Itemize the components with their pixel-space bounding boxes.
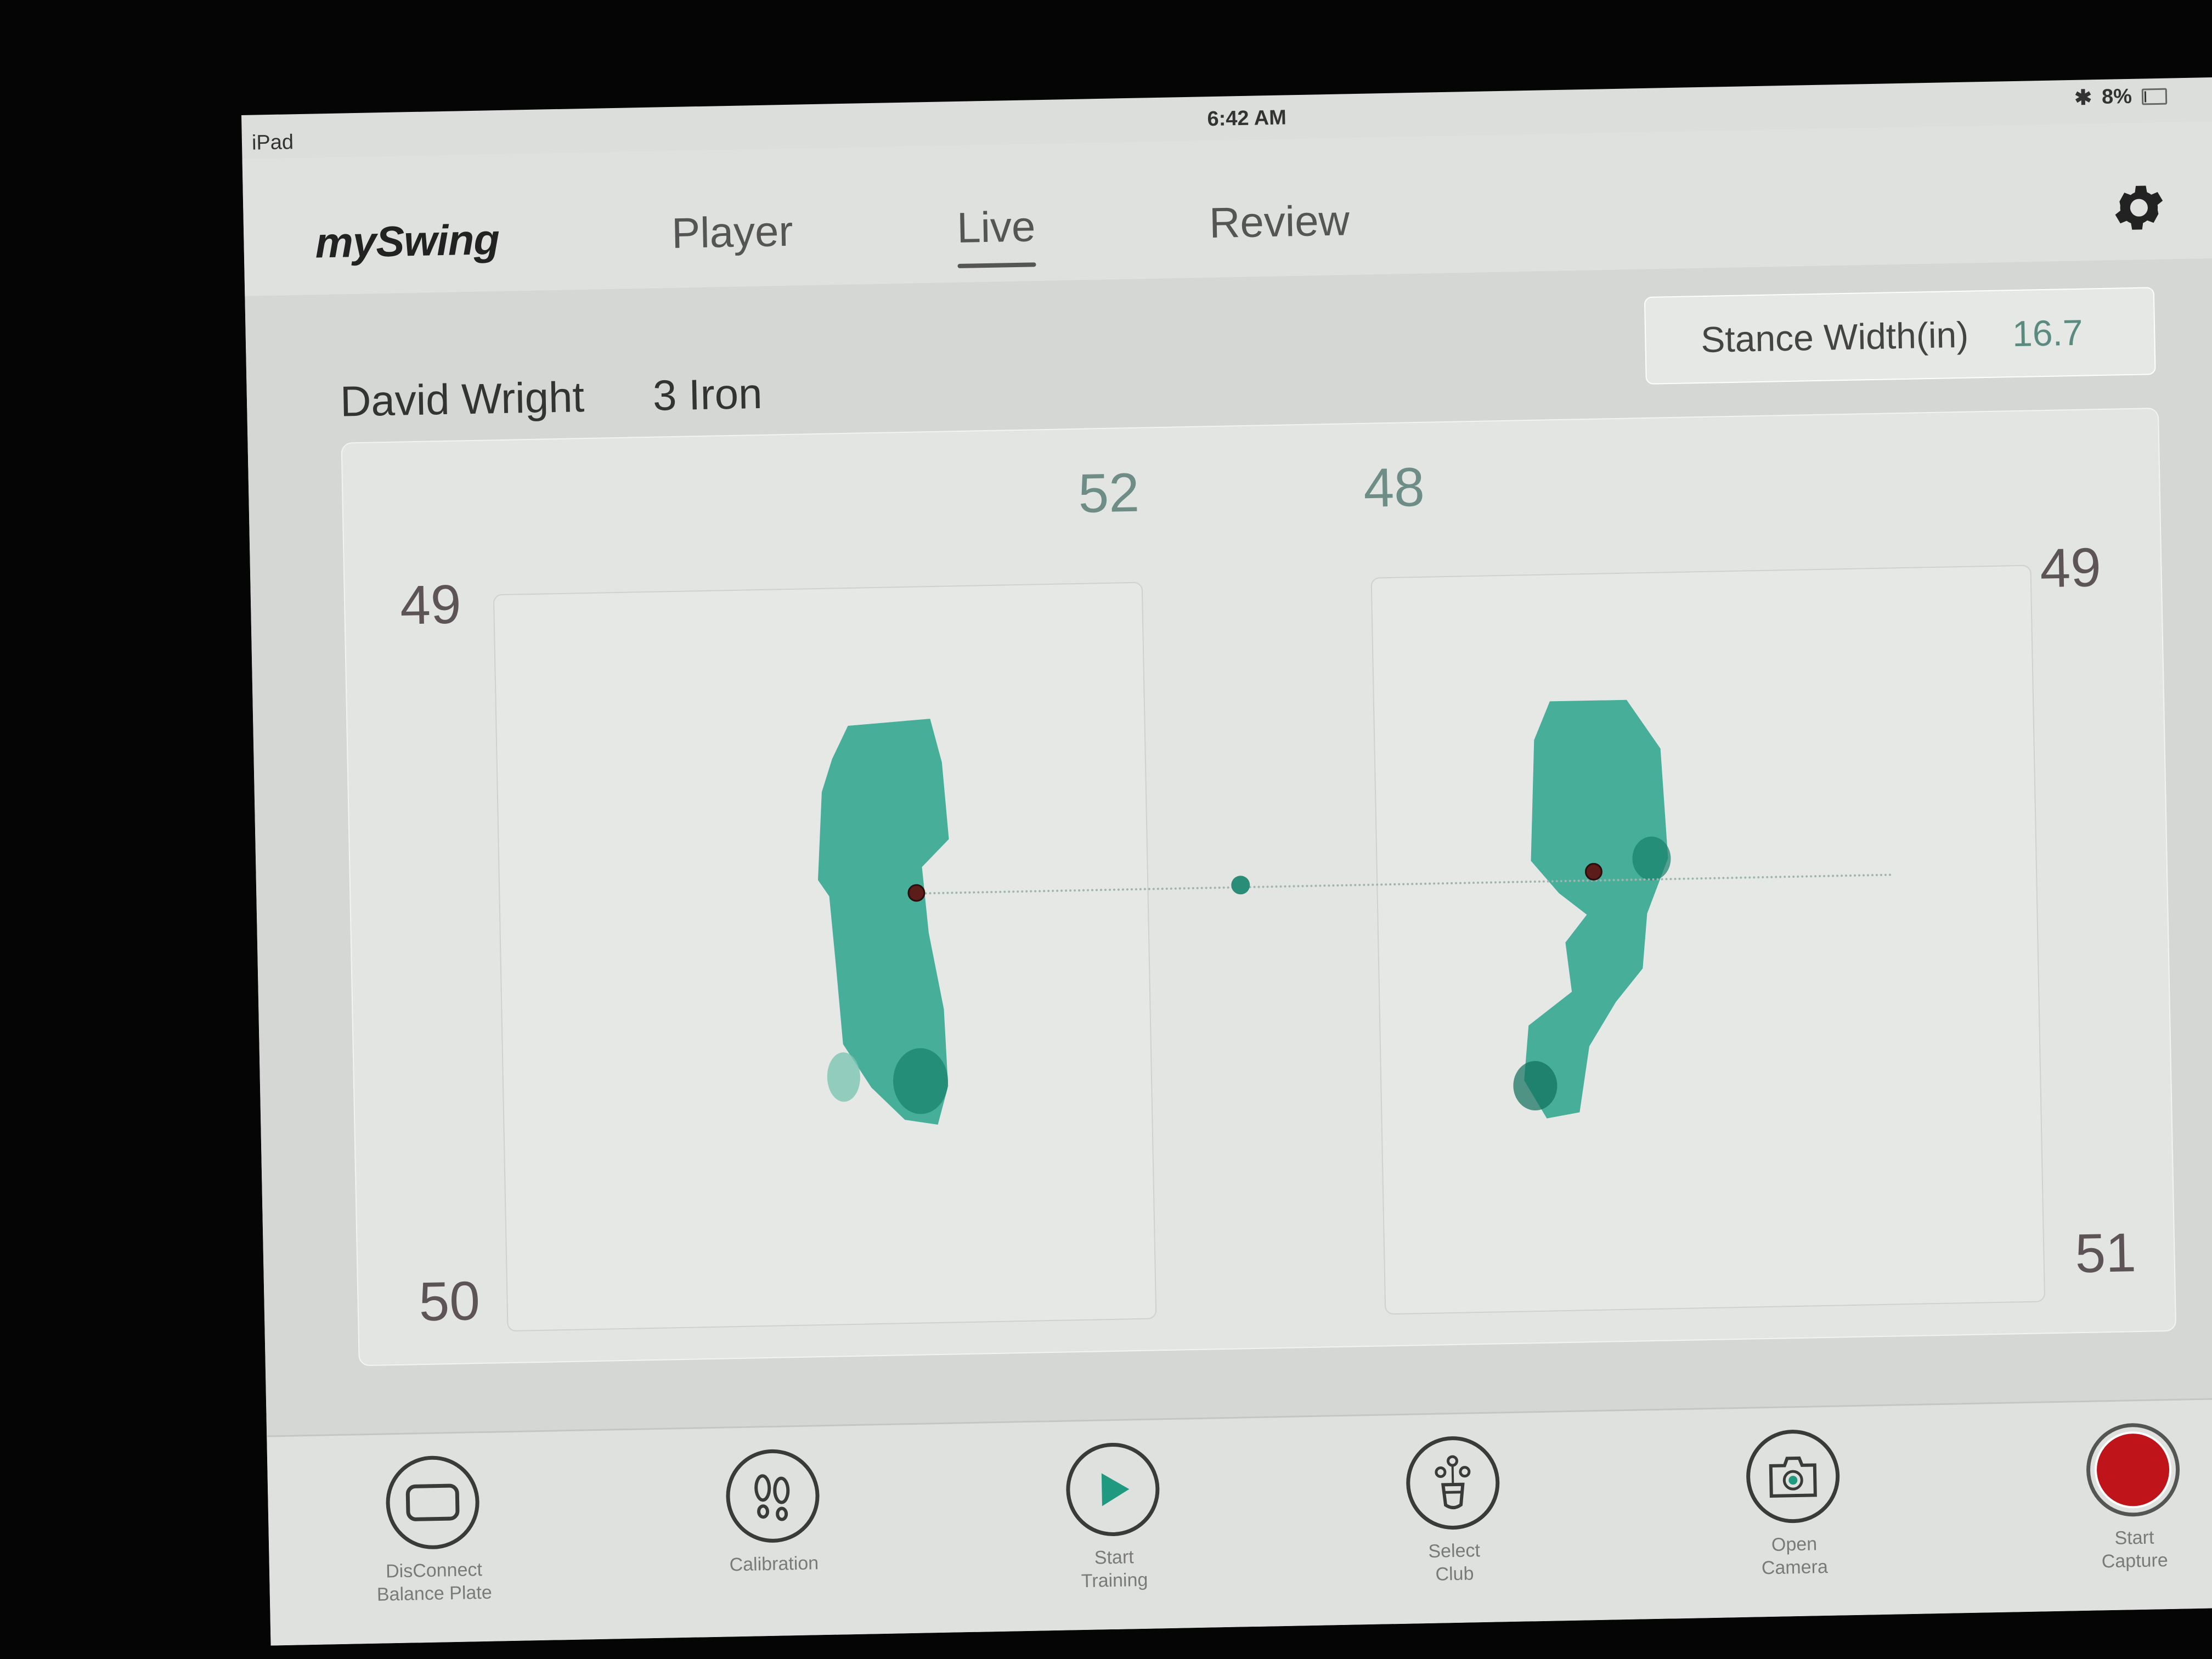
- bluetooth-icon: ✱: [2074, 86, 2092, 110]
- footprints-icon: [725, 1448, 821, 1544]
- balance-plate-icon: [385, 1455, 481, 1550]
- tab-player[interactable]: Player: [671, 206, 793, 258]
- tab-live[interactable]: Live: [956, 201, 1036, 253]
- select-club-button[interactable]: Select Club: [1370, 1435, 1537, 1587]
- bottom-toolbar: DisConnect Balance Plate Calibration Sta…: [267, 1397, 2212, 1646]
- club-name: 3 Iron: [652, 369, 763, 420]
- tool-label: Select Club: [1428, 1540, 1481, 1585]
- battery-percent: 8%: [2101, 84, 2132, 109]
- tool-label: Start Training: [1081, 1547, 1148, 1592]
- live-content: David Wright 3 Iron Stance Width(in) 16.…: [245, 258, 2212, 1437]
- left-foot-pressure-heatmap: [817, 719, 949, 1125]
- right-weight-percent: 48: [1363, 456, 1425, 519]
- disconnect-balance-plate-button[interactable]: DisConnect Balance Plate: [349, 1454, 517, 1607]
- start-capture-button[interactable]: Start Capture: [2050, 1421, 2212, 1574]
- combined-center-of-pressure: [1231, 875, 1250, 895]
- battery-fill: [2144, 91, 2147, 102]
- ipad-screen: iPad 6:42 AM ✱ 8% mySwing Player Live Re…: [241, 77, 2212, 1646]
- tool-label: Start Capture: [2101, 1527, 2169, 1572]
- tool-label: Open Camera: [1761, 1533, 1829, 1579]
- player-name: David Wright: [340, 373, 585, 426]
- gear-icon[interactable]: [2108, 177, 2170, 239]
- golf-bag-icon: [1405, 1435, 1500, 1531]
- open-camera-button[interactable]: Open Camera: [1710, 1428, 1877, 1581]
- right-foot-pressure-heatmap: [1513, 699, 1671, 1119]
- play-icon: [1065, 1442, 1160, 1537]
- right-plate-top-value: 49: [2039, 537, 2102, 600]
- record-icon: [2085, 1422, 2181, 1517]
- tool-label: DisConnect Balance Plate: [376, 1559, 493, 1605]
- right-plate-bottom-value: 51: [2074, 1222, 2137, 1285]
- left-plate-bottom-value: 50: [418, 1270, 481, 1333]
- right-foot-plate: [1370, 565, 2046, 1315]
- app-logo: mySwing: [315, 215, 500, 268]
- record-fill: [2094, 1430, 2172, 1509]
- camera-icon: [1745, 1429, 1841, 1524]
- stance-width-box: Stance Width(in) 16.7: [1644, 287, 2156, 385]
- left-foot-plate: [493, 582, 1157, 1332]
- calibration-button[interactable]: Calibration: [690, 1448, 856, 1577]
- tool-label: Calibration: [729, 1553, 819, 1576]
- tab-review[interactable]: Review: [1209, 195, 1350, 248]
- start-training-button[interactable]: Start Training: [1030, 1441, 1197, 1594]
- stance-width-value: 16.7: [2012, 312, 2084, 354]
- status-indicators: ✱ 8%: [2074, 84, 2168, 110]
- left-plate-top-value: 49: [399, 573, 462, 636]
- left-weight-percent: 52: [1077, 461, 1140, 524]
- balance-plate-panel: 52 48 49 50 49 51: [341, 408, 2177, 1367]
- stance-width-label: Stance Width(in): [1700, 314, 1969, 360]
- device-name: iPad: [251, 131, 294, 155]
- status-time: 6:42 AM: [1207, 106, 1287, 131]
- app-logo-text: mySwing: [314, 215, 500, 267]
- battery-icon: [2141, 88, 2168, 105]
